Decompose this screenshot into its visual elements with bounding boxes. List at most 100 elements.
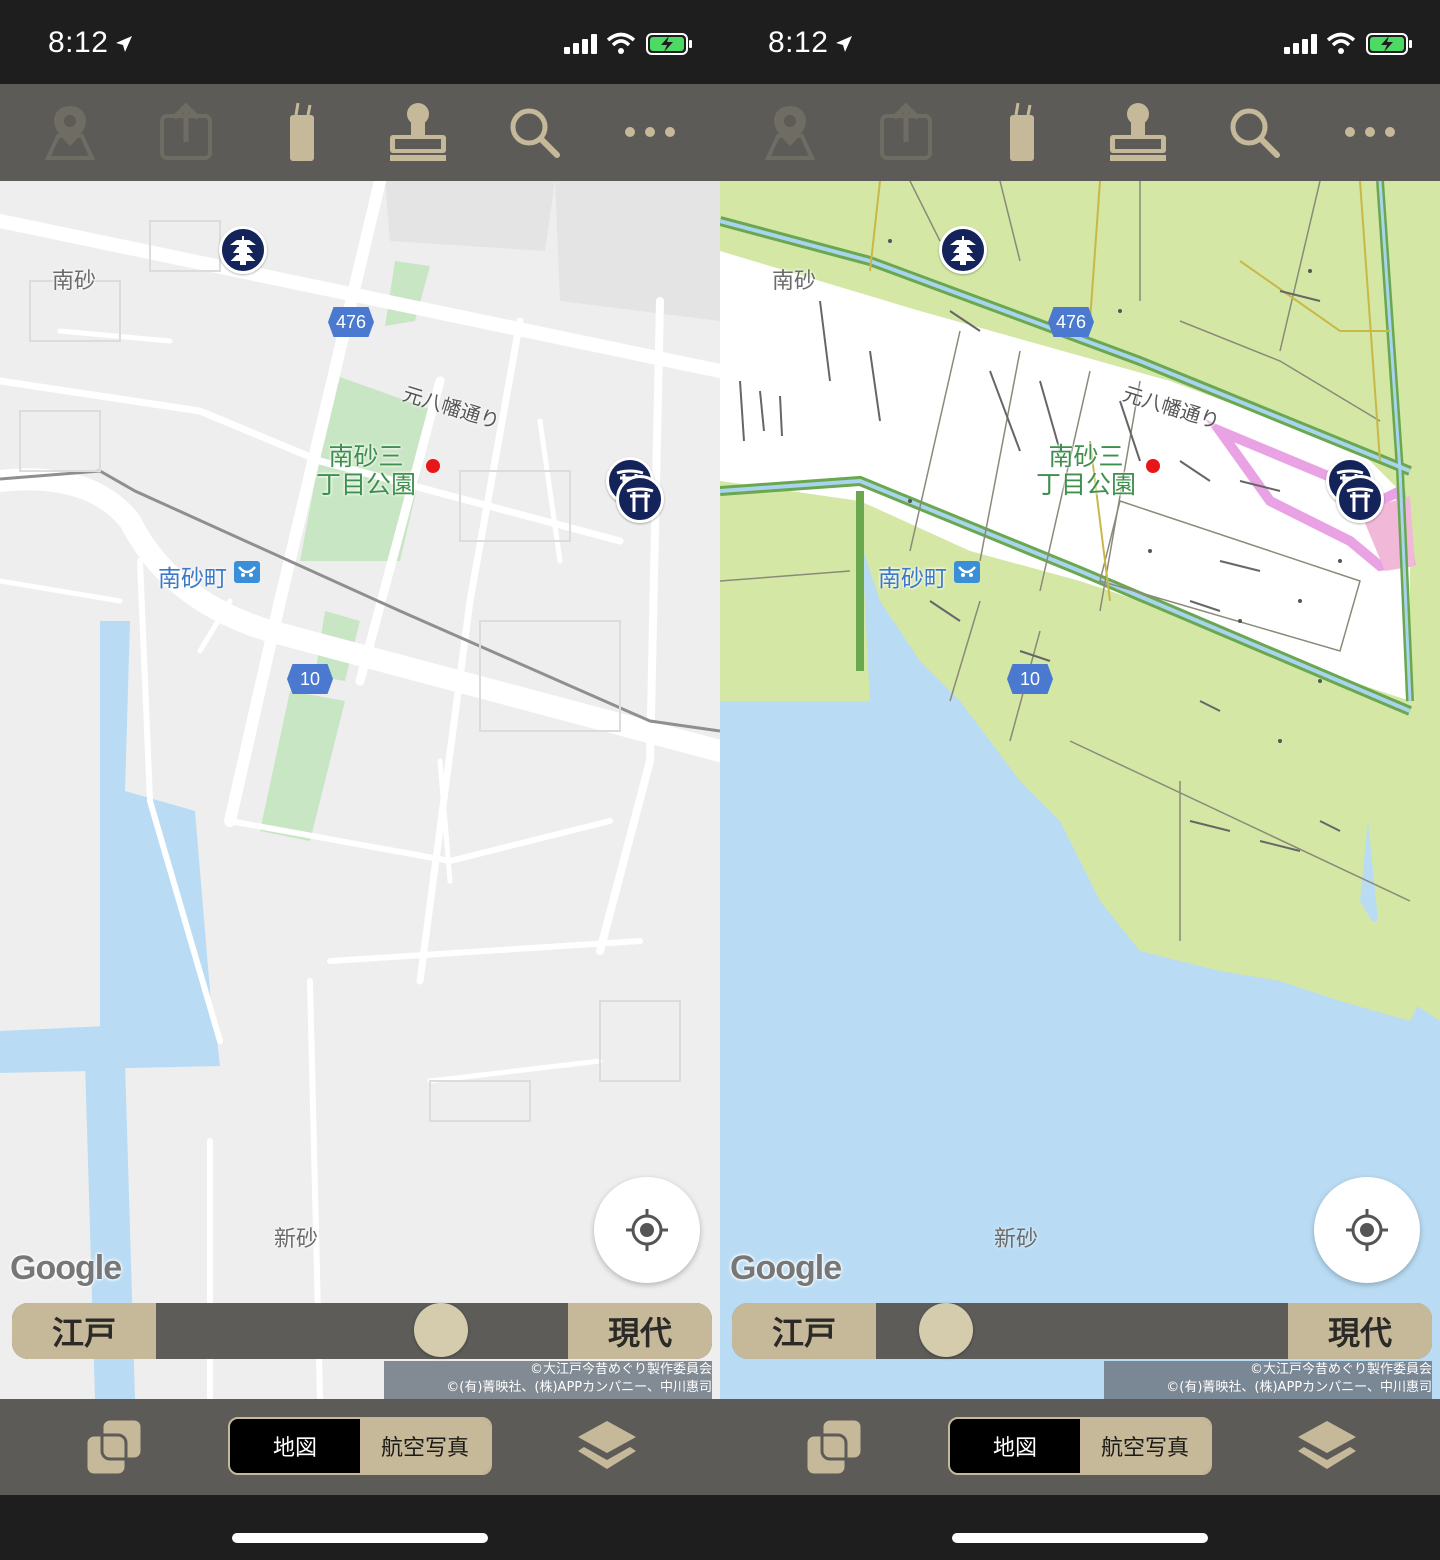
crosshair-icon <box>626 1209 668 1251</box>
map-pin-icon <box>44 106 96 160</box>
route-476-shield: 476 <box>1048 307 1094 337</box>
segment-aerial[interactable]: 航空写真 <box>1080 1419 1210 1473</box>
copyright-notice: ©大江戸今昔めぐり製作委員会 ©(有)菁映社、(株)APPカンパニー、中川惠司 <box>1104 1361 1432 1399</box>
park-label: 南砂三 丁目公園 <box>1036 443 1136 499</box>
status-time: 8:12 <box>48 26 109 59</box>
toolbar <box>0 84 720 181</box>
map-type-segmented-control[interactable]: 地図 航空写真 <box>228 1417 492 1475</box>
layers-button[interactable] <box>1296 1419 1358 1477</box>
more-icon <box>1345 127 1395 137</box>
location-arrow-icon <box>116 36 132 52</box>
stamp-button[interactable] <box>1098 96 1178 168</box>
bookmark-button[interactable] <box>262 96 342 168</box>
stamp-button[interactable] <box>378 96 458 168</box>
location-arrow-icon <box>836 36 852 52</box>
park-label-line1: 南砂三 <box>328 442 404 471</box>
station-label: 南砂町 <box>158 566 227 592</box>
area-label-shinsuna: 新砂 <box>994 1227 1039 1252</box>
share-button[interactable] <box>866 96 946 168</box>
bookmark-tag-icon <box>1010 102 1034 161</box>
shrine-marker[interactable] <box>616 475 664 523</box>
bookmark-tag-icon <box>290 102 314 161</box>
era-label-modern[interactable]: 現代 <box>568 1303 712 1359</box>
map-view[interactable]: 南砂 476 元八幡通り 南砂三 丁目公園 南砂町 10 新砂 Google 江… <box>0 181 720 1399</box>
locate-me-button[interactable] <box>594 1177 700 1283</box>
copyright-line2: ©(有)菁映社、(株)APPカンパニー、中川惠司 <box>446 1380 712 1395</box>
status-time: 8:12 <box>768 26 829 59</box>
park-label: 南砂三 丁目公園 <box>316 443 416 499</box>
pagoda-icon <box>950 236 976 265</box>
overlay-squares-icon <box>84 1417 144 1477</box>
status-bar: 8:12 <box>720 0 1440 84</box>
map-pin-button[interactable] <box>750 96 830 168</box>
segment-map[interactable]: 地図 <box>950 1419 1080 1473</box>
era-label-modern[interactable]: 現代 <box>1288 1303 1432 1359</box>
torii-icon <box>1346 487 1374 512</box>
subway-icon <box>954 561 980 583</box>
search-button[interactable] <box>494 96 574 168</box>
temple-marker[interactable] <box>939 226 987 274</box>
phone-screen-modern: 8:12 南砂 476 元八幡通り 南砂三 丁目公園 南砂町 10 新砂 Goo… <box>0 0 720 1560</box>
more-icon <box>625 127 675 137</box>
map-view[interactable]: 南砂 476 元八幡通り 南砂三 丁目公園 南砂町 10 新砂 Google 江… <box>720 181 1440 1399</box>
era-slider[interactable]: 江戸 現代 <box>12 1303 712 1359</box>
era-label-edo[interactable]: 江戸 <box>12 1303 156 1359</box>
segment-aerial[interactable]: 航空写真 <box>360 1419 490 1473</box>
pagoda-icon <box>230 236 256 265</box>
area-label-shinsuna: 新砂 <box>274 1227 319 1252</box>
park-label-line2: 丁目公園 <box>316 470 417 499</box>
map-type-segmented-control[interactable]: 地図 航空写真 <box>948 1417 1212 1475</box>
share-icon <box>160 102 212 160</box>
battery-charging-icon <box>1366 33 1412 55</box>
home-indicator-area <box>0 1495 720 1560</box>
bottom-bar: 地図 航空写真 <box>720 1399 1440 1495</box>
wifi-icon <box>606 32 636 54</box>
more-button[interactable] <box>610 96 690 168</box>
more-button[interactable] <box>1330 96 1410 168</box>
area-label-minamisuna: 南砂 <box>52 269 97 294</box>
subway-icon <box>234 561 260 583</box>
search-button[interactable] <box>1214 96 1294 168</box>
cellular-signal-icon <box>1284 34 1317 54</box>
stamp-icon <box>1110 103 1166 161</box>
search-icon <box>1230 108 1280 158</box>
home-indicator[interactable] <box>952 1533 1208 1543</box>
copyright-line1: ©大江戸今昔めぐり製作委員会 <box>529 1362 712 1377</box>
share-button[interactable] <box>146 96 226 168</box>
layers-icon <box>578 1421 636 1469</box>
shrine-marker[interactable] <box>1336 475 1384 523</box>
route-10-shield: 10 <box>1007 664 1053 694</box>
search-icon <box>510 108 560 158</box>
park-label-line2: 丁目公園 <box>1036 470 1137 499</box>
crosshair-icon <box>1346 1209 1388 1251</box>
route-10-shield: 10 <box>287 664 333 694</box>
home-indicator[interactable] <box>232 1533 488 1543</box>
cellular-signal-icon <box>564 34 597 54</box>
overlay-toggle-button[interactable] <box>802 1415 866 1483</box>
segment-map[interactable]: 地図 <box>230 1419 360 1473</box>
map-pin-button[interactable] <box>30 96 110 168</box>
era-slider[interactable]: 江戸 現代 <box>732 1303 1432 1359</box>
copyright-line1: ©大江戸今昔めぐり製作委員会 <box>1249 1362 1432 1377</box>
phone-screen-edo: 8:12 南砂 476 元八幡通り 南砂三 丁目公園 南砂町 10 新砂 Goo… <box>720 0 1440 1560</box>
layers-icon <box>1298 1421 1356 1469</box>
current-location-dot <box>1146 459 1160 473</box>
era-label-edo[interactable]: 江戸 <box>732 1303 876 1359</box>
status-bar: 8:12 <box>0 0 720 84</box>
era-slider-knob[interactable] <box>918 1303 973 1357</box>
locate-me-button[interactable] <box>1314 1177 1420 1283</box>
overlay-squares-icon <box>804 1417 864 1477</box>
area-label-minamisuna: 南砂 <box>772 269 817 294</box>
bookmark-button[interactable] <box>982 96 1062 168</box>
station-label: 南砂町 <box>878 566 947 592</box>
copyright-notice: ©大江戸今昔めぐり製作委員会 ©(有)菁映社、(株)APPカンパニー、中川惠司 <box>384 1361 712 1399</box>
overlay-toggle-button[interactable] <box>82 1415 146 1483</box>
copyright-line2: ©(有)菁映社、(株)APPカンパニー、中川惠司 <box>1166 1380 1432 1395</box>
layers-button[interactable] <box>576 1419 638 1477</box>
toolbar <box>720 84 1440 181</box>
era-slider-knob[interactable] <box>413 1303 468 1357</box>
temple-marker[interactable] <box>219 226 267 274</box>
battery-charging-icon <box>646 33 692 55</box>
google-logo: Google <box>730 1249 842 1287</box>
current-location-dot <box>426 459 440 473</box>
